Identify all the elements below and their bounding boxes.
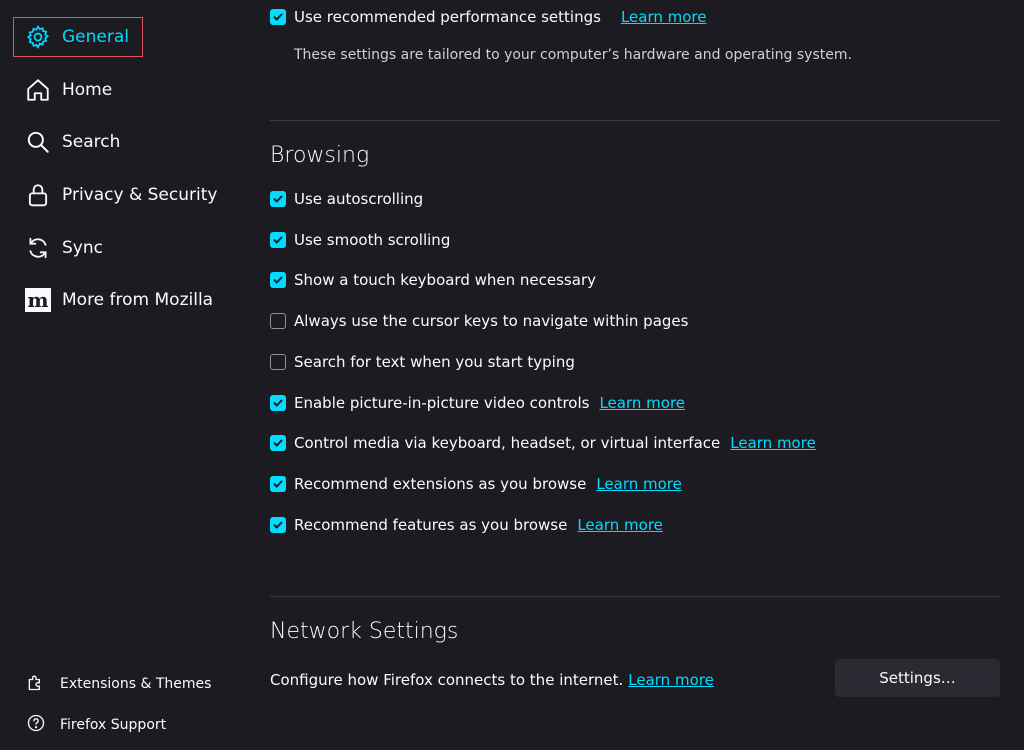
home-icon <box>24 76 52 104</box>
sidebar-item-privacy-security[interactable]: Privacy & Security <box>14 176 234 214</box>
touch-keyboard-checkbox[interactable] <box>270 272 286 288</box>
option-recommend-features: Recommend features as you browse Learn m… <box>270 514 663 536</box>
option-recommend-extensions: Recommend extensions as you browse Learn… <box>270 473 682 495</box>
autoscrolling-checkbox[interactable] <box>270 191 286 207</box>
network-description-row: Configure how Firefox connects to the in… <box>270 671 714 689</box>
mozilla-logo-icon: m <box>24 286 52 314</box>
sidebar-item-general[interactable]: General <box>13 17 143 57</box>
sidebar-item-search[interactable]: Search <box>14 123 142 161</box>
sidebar-item-more-from-mozilla[interactable]: m More from Mozilla <box>14 281 234 319</box>
option-label: Use smooth scrolling <box>294 231 451 249</box>
sidebar-item-label: Search <box>62 132 121 152</box>
recommend-features-learn-more-link[interactable]: Learn more <box>577 516 663 534</box>
recommend-features-checkbox[interactable] <box>270 517 286 533</box>
option-label: Show a touch keyboard when necessary <box>294 271 596 289</box>
option-label: Search for text when you start typing <box>294 353 575 371</box>
media-control-learn-more-link[interactable]: Learn more <box>730 434 816 452</box>
network-description: Configure how Firefox connects to the in… <box>270 671 624 689</box>
performance-row: Use recommended performance settings Lea… <box>270 8 706 26</box>
sidebar-item-label: General <box>62 27 129 47</box>
cursor-keys-checkbox[interactable] <box>270 313 286 329</box>
performance-description: These settings are tailored to your comp… <box>294 47 852 63</box>
main-content: Use recommended performance settings Lea… <box>270 0 1000 750</box>
picture-in-picture-checkbox[interactable] <box>270 395 286 411</box>
option-smooth-scrolling: Use smooth scrolling <box>270 229 450 251</box>
network-settings-button[interactable]: Settings… <box>835 659 1000 697</box>
sidebar: General Home Search Privacy & Security S… <box>0 0 250 750</box>
option-label: Recommend extensions as you browse <box>294 475 587 493</box>
section-divider <box>270 596 1000 597</box>
sidebar-footer-firefox-support[interactable]: Firefox Support <box>26 713 166 737</box>
sidebar-footer-extensions-themes[interactable]: Extensions & Themes <box>26 672 211 696</box>
search-typing-checkbox[interactable] <box>270 354 286 370</box>
option-label: Use autoscrolling <box>294 190 424 208</box>
smooth-scrolling-checkbox[interactable] <box>270 232 286 248</box>
option-search-typing: Search for text when you start typing <box>270 351 575 373</box>
recommend-extensions-learn-more-link[interactable]: Learn more <box>596 475 682 493</box>
help-icon <box>26 713 46 737</box>
option-label: Enable picture-in-picture video controls <box>294 394 590 412</box>
network-learn-more-link[interactable]: Learn more <box>628 671 714 689</box>
option-touch-keyboard: Show a touch keyboard when necessary <box>270 269 596 291</box>
footer-item-label: Firefox Support <box>60 717 167 733</box>
recommend-extensions-checkbox[interactable] <box>270 476 286 492</box>
browsing-section-title: Browsing <box>270 143 370 168</box>
search-icon <box>24 128 52 156</box>
sidebar-item-label: Sync <box>62 238 103 258</box>
sidebar-item-label: More from Mozilla <box>62 290 214 310</box>
picture-in-picture-learn-more-link[interactable]: Learn more <box>599 394 685 412</box>
sidebar-item-label: Home <box>62 80 113 100</box>
performance-learn-more-link[interactable]: Learn more <box>621 8 707 26</box>
performance-label: Use recommended performance settings <box>294 8 601 26</box>
sync-icon <box>24 234 52 262</box>
footer-item-label: Extensions & Themes <box>60 676 212 692</box>
network-section-title: Network Settings <box>270 619 459 644</box>
gear-icon <box>24 23 52 51</box>
option-media-control: Control media via keyboard, headset, or … <box>270 432 816 454</box>
sidebar-item-sync[interactable]: Sync <box>14 229 142 267</box>
option-picture-in-picture: Enable picture-in-picture video controls… <box>270 392 685 414</box>
puzzle-piece-icon <box>26 672 46 696</box>
lock-icon <box>24 181 52 209</box>
section-divider <box>270 120 1000 121</box>
performance-checkbox[interactable] <box>270 9 286 25</box>
option-label: Always use the cursor keys to navigate w… <box>294 312 689 330</box>
sidebar-item-label: Privacy & Security <box>62 185 218 205</box>
option-label: Control media via keyboard, headset, or … <box>294 434 721 452</box>
option-label: Recommend features as you browse <box>294 516 568 534</box>
media-control-checkbox[interactable] <box>270 435 286 451</box>
option-autoscrolling: Use autoscrolling <box>270 188 423 210</box>
option-cursor-keys: Always use the cursor keys to navigate w… <box>270 310 688 332</box>
sidebar-item-home[interactable]: Home <box>14 71 142 109</box>
